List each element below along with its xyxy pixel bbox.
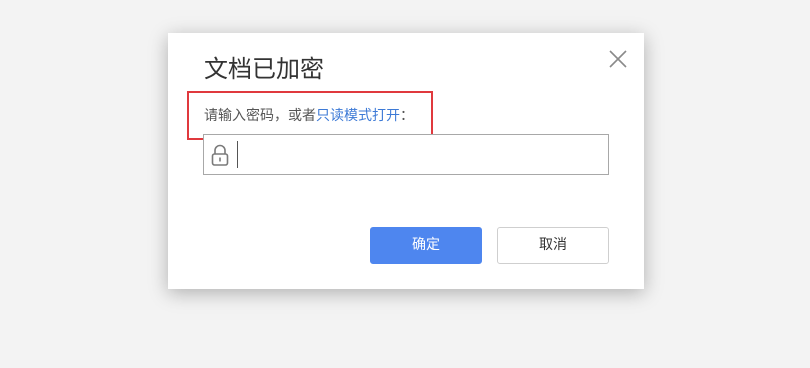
prompt-highlight-box: 请输入密码，或者只读模式打开： xyxy=(187,91,433,140)
confirm-button[interactable]: 确定 xyxy=(370,227,482,264)
close-icon xyxy=(609,50,627,68)
read-only-mode-link[interactable]: 只读模式打开 xyxy=(316,108,400,124)
password-field xyxy=(203,134,609,175)
password-input[interactable] xyxy=(237,141,606,168)
prompt-prefix: 请输入密码，或者 xyxy=(204,108,316,124)
cancel-button[interactable]: 取消 xyxy=(497,227,609,264)
encrypted-document-dialog: 文档已加密 请输入密码，或者只读模式打开： 确定 取消 xyxy=(168,33,644,289)
prompt-suffix: ： xyxy=(400,108,414,124)
close-button[interactable] xyxy=(608,49,628,69)
lock-icon xyxy=(210,144,230,166)
prompt-text: 请输入密码，或者只读模式打开： xyxy=(204,106,414,126)
dialog-title: 文档已加密 xyxy=(204,55,324,83)
